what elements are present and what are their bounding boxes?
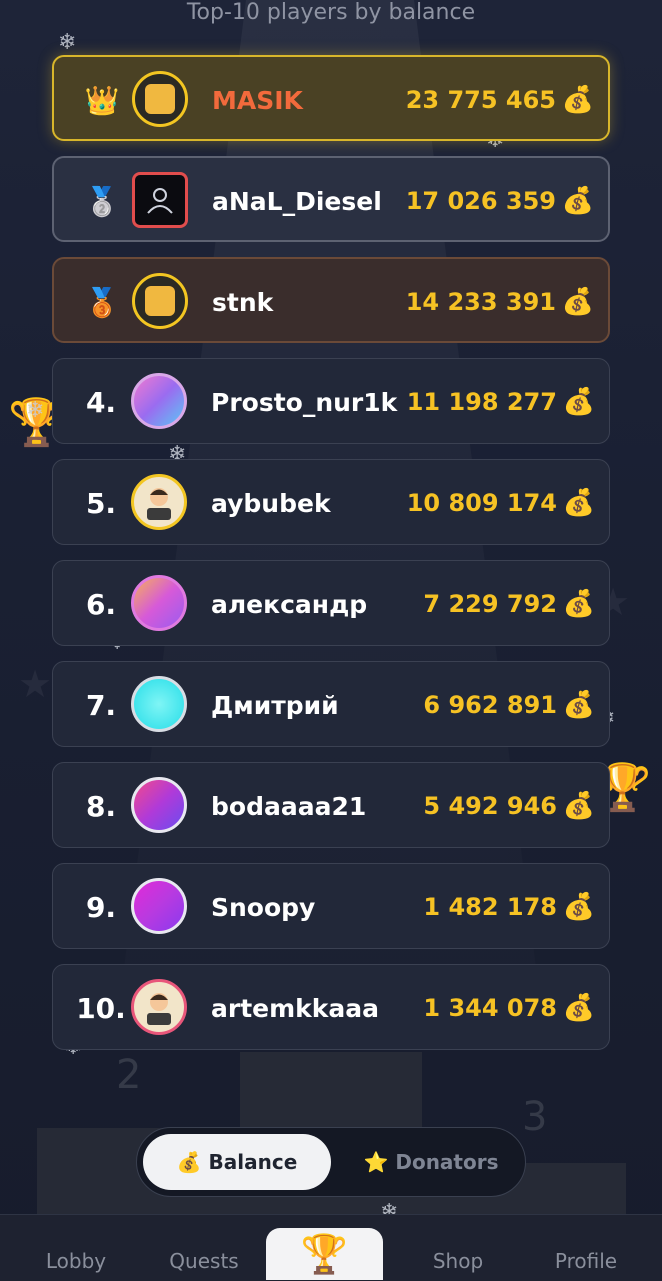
leaderboard-list: 👑 MASIK 23 775 465 💰 🥈 aNaL_Diesel 17 02… bbox=[52, 55, 610, 1065]
leaderboard-row[interactable]: 10. artemkkaaa 1 344 078 💰 bbox=[52, 964, 610, 1050]
sort-toggle: 💰 Balance ⭐ Donators bbox=[136, 1127, 526, 1197]
crown-icon: 👑 bbox=[84, 83, 120, 117]
money-bag-icon: 💰 bbox=[562, 993, 595, 1023]
rank-number: 6. bbox=[85, 587, 117, 621]
avatar bbox=[131, 373, 187, 429]
rank-number: 10. bbox=[76, 991, 126, 1025]
avatar bbox=[131, 777, 187, 833]
leaderboard-row[interactable]: 7. Дмитрий 6 962 891 💰 bbox=[52, 661, 610, 747]
leaderboard-row[interactable]: 🥈 aNaL_Diesel 17 026 359 💰 bbox=[52, 156, 610, 242]
rank-number: 8. bbox=[85, 789, 117, 823]
player-name: stnk bbox=[212, 287, 274, 317]
player-balance: 17 026 359 bbox=[405, 187, 556, 215]
nav-shop[interactable]: Shop bbox=[412, 1215, 504, 1281]
player-name: artemkkaaa bbox=[211, 993, 380, 1023]
leaderboard-row[interactable]: 👑 MASIK 23 775 465 💰 bbox=[52, 55, 610, 141]
avatar bbox=[132, 71, 188, 127]
leaderboard-row[interactable]: 🥉 stnk 14 233 391 💰 bbox=[52, 257, 610, 343]
donators-tab[interactable]: ⭐ Donators bbox=[347, 1134, 515, 1190]
money-bag-icon: 💰 bbox=[562, 892, 595, 922]
star-icon: ★ bbox=[18, 662, 53, 706]
avatar bbox=[132, 172, 188, 228]
leaderboard-subtitle: Top-10 players by balance bbox=[186, 0, 476, 25]
avatar bbox=[131, 979, 187, 1035]
rank-number: 9. bbox=[85, 890, 117, 924]
leaderboard-row[interactable]: 5. aybubek 10 809 174 💰 bbox=[52, 459, 610, 545]
player-name: Дмитрий bbox=[211, 690, 339, 720]
silver-medal-icon: 🥈 bbox=[84, 184, 120, 218]
player-balance: 5 492 946 bbox=[423, 792, 557, 820]
player-balance: 11 198 277 bbox=[406, 388, 557, 416]
player-balance: 23 775 465 bbox=[405, 86, 556, 114]
player-name: Prosto_nur1k bbox=[211, 387, 398, 417]
rank-number: 4. bbox=[85, 385, 117, 419]
bronze-medal-icon: 🥉 bbox=[84, 285, 120, 319]
avatar bbox=[131, 474, 187, 530]
player-name: aNaL_Diesel bbox=[212, 186, 382, 216]
avatar bbox=[132, 273, 188, 329]
avatar bbox=[131, 575, 187, 631]
money-bag-icon: 💰 bbox=[562, 488, 595, 518]
player-name: aybubek bbox=[211, 488, 331, 518]
nav-lobby[interactable]: Lobby bbox=[30, 1215, 122, 1281]
money-bag-icon: 💰 bbox=[561, 287, 594, 317]
player-balance: 7 229 792 bbox=[423, 590, 557, 618]
player-name: bodaaaa21 bbox=[211, 791, 367, 821]
nav-quests[interactable]: Quests bbox=[158, 1215, 250, 1281]
snowflake-icon: ❄ bbox=[26, 398, 45, 423]
money-bag-icon: 💰 bbox=[561, 186, 594, 216]
leaderboard-row[interactable]: 6. александр 7 229 792 💰 bbox=[52, 560, 610, 646]
player-balance: 1 482 178 bbox=[423, 893, 557, 921]
leaderboard-row[interactable]: 9. Snoopy 1 482 178 💰 bbox=[52, 863, 610, 949]
rank-number: 7. bbox=[85, 688, 117, 722]
avatar bbox=[131, 676, 187, 732]
avatar bbox=[131, 878, 187, 934]
snowflake-icon: ❄ bbox=[58, 30, 77, 55]
trophy-icon: 🏆 bbox=[300, 1231, 349, 1276]
money-bag-icon: 💰 bbox=[562, 589, 595, 619]
leaderboard-row[interactable]: 4. Prosto_nur1k 11 198 277 💰 bbox=[52, 358, 610, 444]
player-balance: 14 233 391 bbox=[405, 288, 556, 316]
money-bag-icon: 💰 bbox=[562, 387, 595, 417]
money-bag-icon: 💰 bbox=[561, 85, 594, 115]
money-bag-icon: 💰 bbox=[562, 690, 595, 720]
money-bag-icon: 💰 bbox=[562, 791, 595, 821]
player-name: александр bbox=[211, 589, 368, 619]
player-name: Snoopy bbox=[211, 892, 316, 922]
podium-number-3: 3 bbox=[522, 1094, 548, 1140]
player-balance: 1 344 078 bbox=[423, 994, 557, 1022]
leaderboard-row[interactable]: 8. bodaaaa21 5 492 946 💰 bbox=[52, 762, 610, 848]
nav-leaderboard[interactable]: 🏆 bbox=[266, 1228, 383, 1280]
player-name: MASIK bbox=[212, 85, 303, 115]
balance-tab[interactable]: 💰 Balance bbox=[143, 1134, 331, 1190]
player-balance: 10 809 174 bbox=[406, 489, 557, 517]
rank-number: 5. bbox=[85, 486, 117, 520]
nav-profile[interactable]: Profile bbox=[540, 1215, 632, 1281]
player-balance: 6 962 891 bbox=[423, 691, 557, 719]
